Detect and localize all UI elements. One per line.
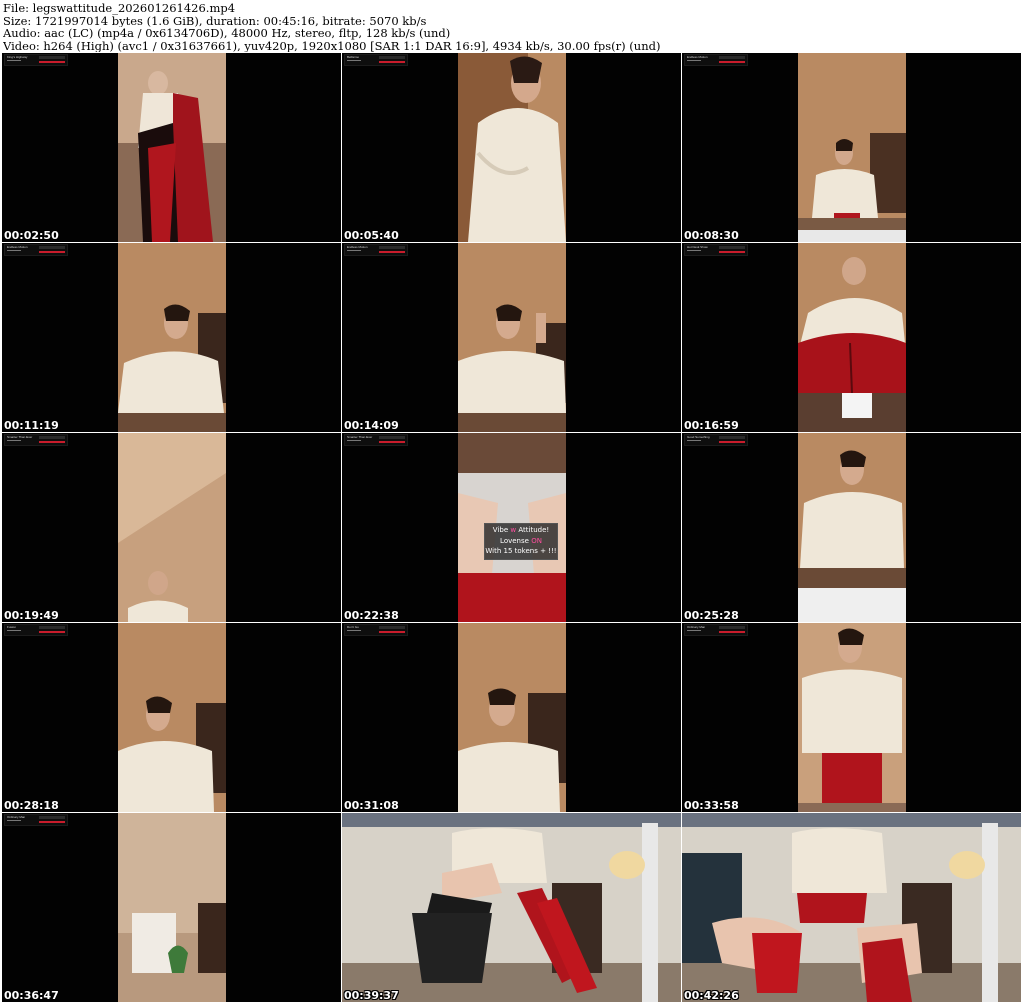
timestamp-label: 00:08:30 [684, 229, 739, 242]
timestamp-label: 00:19:49 [4, 609, 59, 622]
thumbnail-6[interactable]: Hot Desk Show 00:16:59 [682, 243, 1021, 432]
timestamp-label: 00:42:26 [684, 989, 739, 1002]
video-frame [798, 623, 906, 812]
timestamp-label: 00:16:59 [684, 419, 739, 432]
stream-overlay: Smarter Than Ever [4, 434, 68, 446]
thumbnail-7[interactable]: Smarter Than Ever 00:19:49 [2, 433, 341, 622]
thumbnail-3[interactable]: Endless Motion 00:08:30 [682, 53, 1021, 242]
overlay-title: Endless Motion [687, 55, 708, 59]
promo-text: ON [531, 536, 542, 545]
timestamp-label: 00:02:50 [4, 229, 59, 242]
thumbnail-11[interactable]: Don't Go 00:31:08 [342, 623, 681, 812]
stream-overlay: Good Something [684, 434, 748, 446]
stream-overlay: Bellisimo [344, 54, 408, 66]
video-frame [118, 243, 226, 432]
timestamp-label: 00:31:08 [344, 799, 399, 812]
thumbnail-1[interactable]: King's Highway 00:02:50 [2, 53, 341, 242]
overlay-title: Fusion [7, 625, 17, 629]
promo-text: Attitude! [518, 526, 550, 534]
audio-info-line: Audio: aac (LC) (mp4a / 0x6134706D), 480… [3, 27, 451, 40]
video-frame [458, 53, 566, 242]
video-frame [798, 433, 906, 622]
stream-overlay: Smarter Than Ever [344, 434, 408, 446]
file-size-line: Size: 1721997014 bytes (1.6 GiB), durati… [3, 14, 427, 28]
overlay-title: Smarter Than Ever [7, 435, 33, 439]
thumbnail-4[interactable]: Endless Motion 00:11:19 [2, 243, 341, 432]
thumbnail-2[interactable]: Bellisimo 00:05:40 [342, 53, 681, 242]
stream-overlay: Hot Desk Show [684, 244, 748, 256]
timestamp-label: 00:22:38 [344, 609, 399, 622]
overlay-title: Don't Go [347, 625, 359, 629]
thumbnail-15[interactable]: Smooth Jazz 00:42:26 [682, 813, 1021, 1002]
thumbnail-13[interactable]: Ordinary Man 00:36:47 [2, 813, 341, 1002]
timestamp-label: 00:36:47 [4, 989, 59, 1002]
video-frame [118, 623, 226, 812]
timestamp-label: 00:28:18 [4, 799, 59, 812]
video-frame [458, 243, 566, 432]
video-info-line: Video: h264 (High) (avc1 / 0x31637661), … [3, 39, 661, 53]
thumbnail-9[interactable]: Good Something 00:25:28 [682, 433, 1021, 622]
promo-text: With 15 tokens + !!! [485, 547, 557, 555]
thumbnail-grid: King's Highway 00:02:50 Bellisimo 00:05:… [2, 53, 1022, 1003]
thumbnail-5[interactable]: Endless Motion 00:14:09 [342, 243, 681, 432]
overlay-title: King's Highway [7, 55, 28, 59]
video-frame [118, 53, 226, 242]
promo-text: Vibe [492, 526, 509, 534]
timestamp-label: 00:25:28 [684, 609, 739, 622]
timestamp-label: 00:05:40 [344, 229, 399, 242]
stream-overlay: King's Highway [4, 54, 68, 66]
promo-text: Lovense [500, 536, 529, 545]
stream-overlay: Endless Motion [344, 244, 408, 256]
video-frame [682, 813, 1021, 1002]
thumbnail-10[interactable]: Fusion 00:28:18 [2, 623, 341, 812]
overlay-title: Ordinary Man [687, 625, 706, 629]
overlay-title: Bellisimo [347, 55, 360, 59]
video-frame [118, 433, 226, 622]
stream-overlay: Endless Motion [4, 244, 68, 256]
stream-overlay: Fusion [4, 624, 68, 636]
stream-overlay: Ordinary Man [4, 814, 68, 826]
timestamp-label: 00:33:58 [684, 799, 739, 812]
stream-overlay: Endless Motion [684, 54, 748, 66]
video-frame [458, 623, 566, 812]
timestamp-label: 00:11:19 [4, 419, 59, 432]
stream-overlay: Ordinary Man [684, 624, 748, 636]
overlay-title: Smarter Than Ever [347, 435, 373, 439]
thumbnail-8[interactable]: Smarter Than Ever Vibe w Attitude! Loven… [342, 433, 681, 622]
stream-overlay: Don't Go [344, 624, 408, 636]
video-frame [798, 53, 906, 242]
promo-text: w [510, 526, 517, 534]
video-frame [798, 243, 906, 432]
promo-sticker: Vibe w Attitude! Lovense ON With 15 toke… [484, 523, 558, 560]
overlay-title: Endless Motion [7, 245, 28, 249]
file-info-header: File: legswattitude_202601261426.mp4 Siz… [3, 2, 1021, 52]
video-frame [342, 813, 681, 1002]
overlay-title: Ordinary Man [7, 815, 26, 819]
overlay-title: Endless Motion [347, 245, 368, 249]
overlay-title: Good Something [687, 435, 710, 439]
file-name-line: File: legswattitude_202601261426.mp4 [3, 2, 236, 15]
timestamp-label: 00:39:37 [344, 989, 399, 1002]
overlay-title: Hot Desk Show [687, 245, 708, 249]
video-frame: Vibe w Attitude! Lovense ON With 15 toke… [458, 433, 566, 622]
timestamp-label: 00:14:09 [344, 419, 399, 432]
thumbnail-14[interactable]: I'm Not Bad Writer 00:39:37 [342, 813, 681, 1002]
thumbnail-12[interactable]: Ordinary Man 00:33:58 [682, 623, 1021, 812]
video-frame [118, 813, 226, 1002]
